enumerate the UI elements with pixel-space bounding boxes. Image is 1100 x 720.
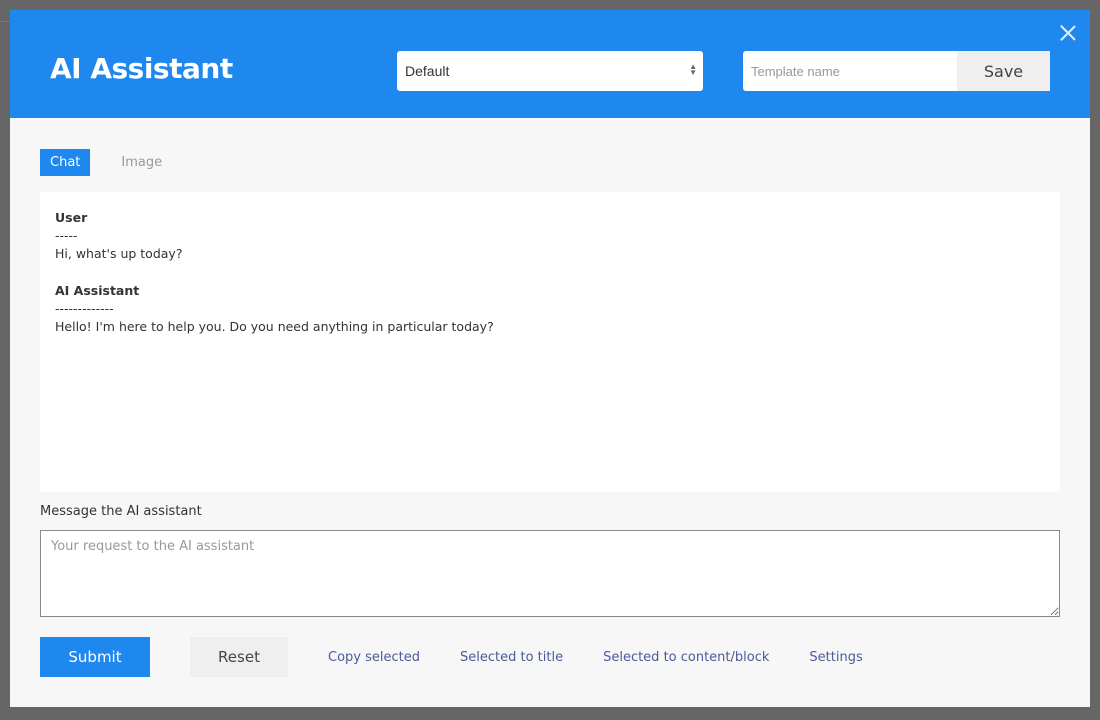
chat-message: AI Assistant ------------- Hello! I'm he…	[55, 282, 1045, 336]
selected-to-content-link[interactable]: Selected to content/block	[603, 650, 769, 665]
message-author: User	[55, 210, 88, 225]
select-arrows-icon: ▲ ▼	[689, 62, 697, 77]
settings-link[interactable]: Settings	[809, 650, 862, 665]
mode-tabs: Chat Image	[40, 149, 172, 176]
close-icon[interactable]	[1060, 25, 1076, 41]
submit-button[interactable]: Submit	[40, 637, 150, 677]
message-text: Hi, what's up today?	[55, 246, 183, 261]
template-select[interactable]: Default ▲ ▼	[397, 51, 703, 91]
reset-button[interactable]: Reset	[190, 637, 288, 677]
selected-to-title-link[interactable]: Selected to title	[460, 650, 563, 665]
message-separator: -------------	[55, 301, 114, 316]
template-name-input[interactable]	[743, 51, 957, 91]
conversation-panel: User ----- Hi, what's up today? AI Assis…	[40, 192, 1060, 492]
ai-assistant-modal: AI Assistant Default ▲▼ Save Chat Image …	[10, 10, 1090, 707]
action-bar: Submit Reset Copy selected Selected to t…	[40, 637, 863, 677]
copy-selected-link[interactable]: Copy selected	[328, 650, 420, 665]
message-separator: -----	[55, 228, 78, 243]
message-text: Hello! I'm here to help you. Do you need…	[55, 319, 494, 334]
tab-image[interactable]: Image	[111, 149, 172, 176]
save-template-button[interactable]: Save	[957, 51, 1050, 91]
chat-message: User ----- Hi, what's up today?	[55, 209, 1045, 263]
backdrop-divider	[0, 21, 10, 22]
message-label: Message the AI assistant	[40, 504, 202, 519]
template-select-value: Default	[405, 63, 450, 79]
modal-title: AI Assistant	[50, 52, 233, 85]
modal-header: AI Assistant Default ▲▼ Save	[10, 10, 1090, 118]
message-author: AI Assistant	[55, 283, 140, 298]
tab-chat[interactable]: Chat	[40, 149, 91, 176]
message-input[interactable]	[40, 530, 1060, 617]
